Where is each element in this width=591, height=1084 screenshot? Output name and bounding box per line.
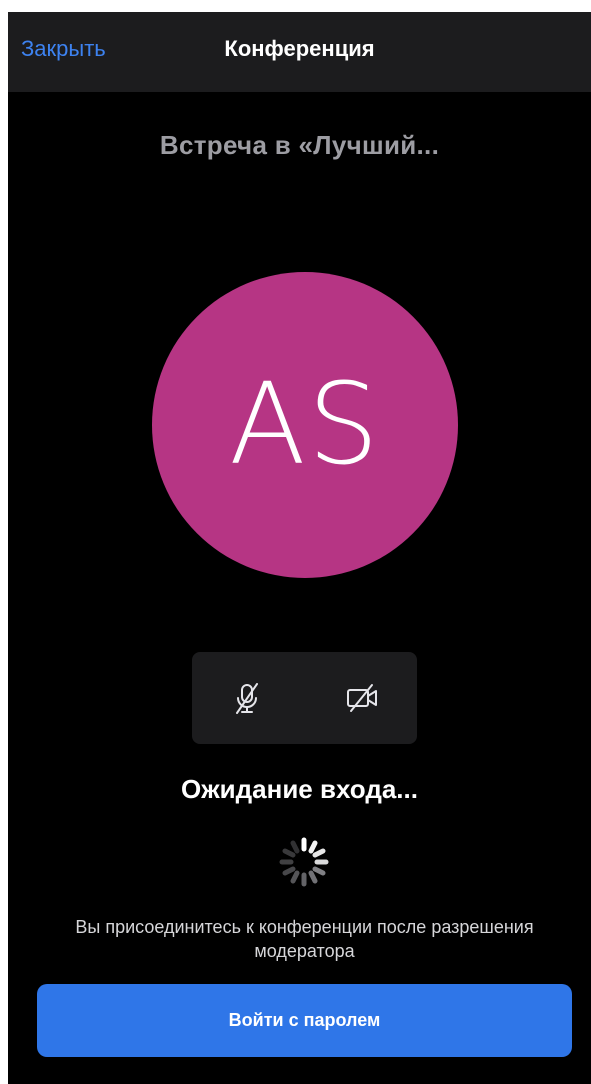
waiting-status: Ожидание входа... [181, 774, 418, 804]
microphone-toggle-button[interactable] [227, 678, 267, 718]
moderator-hint: Вы присоединитесь к конференции после ра… [75, 917, 534, 961]
avatar: AS [152, 272, 458, 578]
join-with-password-button[interactable]: Войти с паролем [37, 984, 572, 1057]
media-controls [192, 652, 417, 744]
meeting-title: Встреча в «Лучший... [159, 130, 440, 160]
conference-screen: Закрыть Конференция Встреча в «Лучший...… [8, 12, 591, 1084]
page-title: Конференция [224, 36, 375, 61]
navigation-bar: Закрыть Конференция [8, 12, 591, 92]
loading-spinner-icon [279, 837, 329, 887]
camera-toggle-button[interactable] [342, 678, 382, 718]
camera-off-icon [347, 684, 377, 712]
avatar-initials: AS [229, 360, 381, 490]
microphone-off-icon [236, 683, 258, 714]
